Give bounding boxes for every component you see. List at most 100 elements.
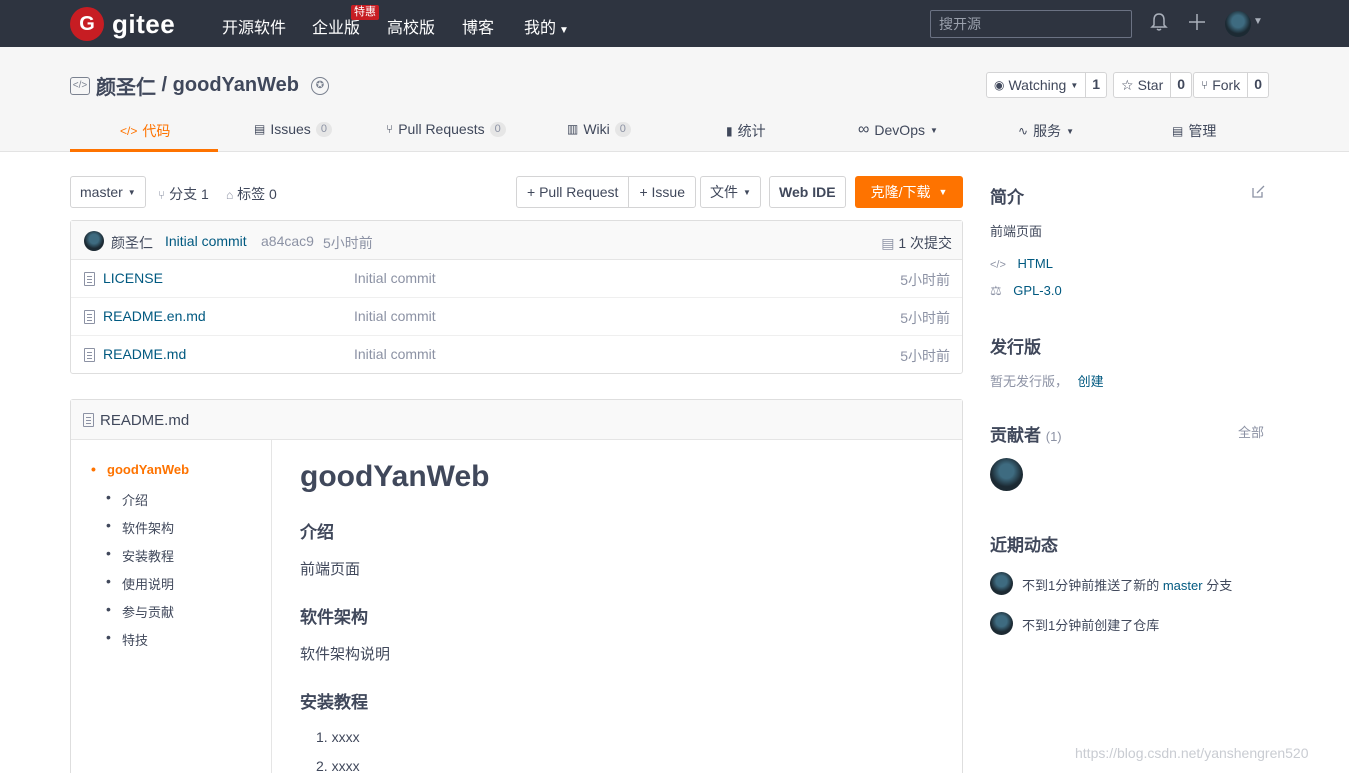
license-row: ⚖ GPL-3.0	[990, 283, 1062, 299]
nav-open-source[interactable]: 开源软件	[222, 14, 286, 38]
contributors-all-link[interactable]: 全部	[1238, 422, 1264, 441]
activity-item: 不到1分钟前创建了仓库	[1022, 618, 1160, 633]
fork-count[interactable]: 0	[1247, 73, 1268, 97]
watch-count[interactable]: 1	[1085, 73, 1106, 97]
tag-icon: ⌂	[226, 188, 234, 202]
clone-download-button[interactable]: 克隆/下载 ▼	[855, 176, 963, 208]
watch-button[interactable]: ◉ Watching ▼ 1	[986, 72, 1108, 98]
readme-paragraph: 软件架构说明	[300, 646, 391, 663]
create-buttons: + Pull Request + Issue	[516, 176, 696, 208]
eye-icon: ◉	[994, 78, 1005, 92]
gitee-logo[interactable]: G gitee	[70, 7, 175, 41]
nav-education[interactable]: 高校版	[387, 14, 435, 38]
star-label-wrap: ☆ Star	[1114, 73, 1170, 97]
file-name[interactable]: LICENSE	[103, 270, 163, 286]
tab-services[interactable]: ∿ 服务 ▼	[1018, 121, 1074, 141]
author-avatar[interactable]	[84, 231, 104, 251]
toc-item[interactable]: 使用说明	[106, 573, 174, 593]
commit-author[interactable]: 颜圣仁	[111, 233, 153, 253]
language-link[interactable]: HTML	[1018, 256, 1053, 271]
releases-title: 发行版	[990, 338, 1041, 357]
toc-item[interactable]: 介绍	[106, 489, 148, 509]
commit-hash[interactable]: a84cac9	[261, 233, 314, 249]
pulse-icon: ∿	[1018, 124, 1029, 138]
edit-icon[interactable]	[1251, 184, 1266, 202]
nav-mine[interactable]: 我的 ▼	[524, 14, 569, 38]
star-count[interactable]: 0	[1170, 73, 1191, 97]
activity-text: 不到1分钟前推送了新的	[1022, 578, 1163, 593]
commit-message[interactable]: Initial commit	[165, 233, 247, 249]
list-item: 2. xxxx	[316, 758, 360, 773]
code-icon: </>	[990, 259, 1006, 271]
table-row[interactable]: LICENSE Initial commit 5小时前	[71, 260, 962, 298]
search-input[interactable]	[930, 10, 1132, 38]
activity-item: 不到1分钟前推送了新的 master 分支	[1022, 575, 1232, 594]
branches-link[interactable]: ⑂ 分支 1	[158, 184, 209, 204]
tags-link[interactable]: ⌂ 标签 0	[226, 184, 277, 204]
table-row[interactable]: README.en.md Initial commit 5小时前	[71, 298, 962, 336]
table-row[interactable]: README.md Initial commit 5小时前	[71, 336, 962, 374]
new-issue-button[interactable]: + Issue	[628, 177, 695, 207]
wiki-icon: ▥	[567, 122, 579, 136]
tab-code-label: 代码	[142, 123, 171, 139]
clone-download-label: 克隆/下载	[870, 184, 931, 200]
issues-icon: ▤	[254, 122, 266, 136]
branches-count: 分支 1	[169, 186, 209, 202]
web-ide-button[interactable]: Web IDE	[769, 176, 846, 208]
branch-selector[interactable]: master ▼	[70, 176, 146, 208]
plus-icon[interactable]	[1187, 12, 1207, 37]
file-commit-message[interactable]: Initial commit	[354, 346, 436, 362]
tab-devops[interactable]: ∞ DevOps ▼	[858, 121, 938, 139]
ribbon-icon[interactable]: ✪	[310, 76, 329, 95]
project-name-link[interactable]: goodYanWeb	[173, 74, 299, 97]
file-list: 颜圣仁 Initial commit a84cac9 5小时前 ▤ 1 次提交 …	[70, 220, 963, 374]
tab-issues[interactable]: ▤ Issues 0	[254, 121, 332, 137]
file-name[interactable]: README.md	[103, 346, 186, 362]
fork-button[interactable]: ⑂ Fork 0	[1193, 72, 1269, 98]
toc-item[interactable]: 安装教程	[106, 545, 174, 565]
chevron-down-icon[interactable]: ▼	[1253, 16, 1263, 27]
new-pull-request-button[interactable]: + Pull Request	[517, 177, 628, 207]
latest-commit-row: 颜圣仁 Initial commit a84cac9 5小时前 ▤ 1 次提交	[71, 221, 962, 260]
tab-issues-label: Issues	[270, 121, 311, 137]
tab-manage[interactable]: ▤ 管理	[1172, 121, 1216, 141]
repo-tabs: </> 代码 ▤ Issues 0 ⑂ Pull Requests 0 ▥ Wi…	[70, 112, 1270, 152]
toc-item[interactable]: 软件架构	[106, 517, 174, 537]
activity-avatar[interactable]	[990, 612, 1013, 635]
active-tab-indicator	[70, 149, 218, 152]
chevron-down-icon: ▼	[929, 125, 938, 135]
activity-branch-link[interactable]: master	[1163, 578, 1203, 593]
create-release-link[interactable]: 创建	[1078, 374, 1104, 389]
list-item: 1. xxxx	[316, 729, 360, 745]
scale-icon: ⚖	[990, 283, 1002, 298]
gitee-logo-text: gitee	[112, 8, 176, 39]
file-icon	[84, 272, 95, 286]
toc-item[interactable]: goodYanWeb	[91, 461, 189, 477]
file-commit-message[interactable]: Initial commit	[354, 270, 436, 286]
commit-time: 5小时前	[323, 235, 373, 251]
tab-stats[interactable]: ▮ 统计	[726, 121, 766, 141]
nav-blog[interactable]: 博客	[462, 14, 494, 38]
file-commit-message[interactable]: Initial commit	[354, 308, 436, 324]
code-icon: </>	[120, 124, 138, 138]
user-avatar[interactable]	[1225, 11, 1251, 37]
readme-filename: README.md	[100, 412, 190, 429]
license-link[interactable]: GPL-3.0	[1013, 283, 1061, 298]
toc-item[interactable]: 特技	[106, 629, 148, 649]
tab-pull-requests[interactable]: ⑂ Pull Requests 0	[386, 121, 506, 137]
commit-count-link[interactable]: ▤ 1 次提交	[881, 233, 952, 253]
bell-icon[interactable]	[1150, 12, 1168, 37]
star-button[interactable]: ☆ Star 0	[1113, 72, 1193, 98]
toc-item[interactable]: 参与贡献	[106, 601, 174, 621]
tab-wiki[interactable]: ▥ Wiki 0	[567, 121, 631, 137]
tab-code[interactable]: </> 代码	[120, 121, 170, 141]
infinity-icon: ∞	[858, 121, 870, 138]
project-owner-link[interactable]: 颜圣仁	[96, 71, 156, 100]
file-menu-button[interactable]: 文件 ▼	[700, 176, 761, 208]
title-separator: /	[156, 74, 173, 96]
pull-request-icon: ⑂	[386, 122, 394, 136]
wiki-count: 0	[614, 121, 631, 137]
activity-avatar[interactable]	[990, 572, 1013, 595]
contributor-avatar[interactable]	[990, 458, 1023, 491]
file-name[interactable]: README.en.md	[103, 308, 206, 324]
